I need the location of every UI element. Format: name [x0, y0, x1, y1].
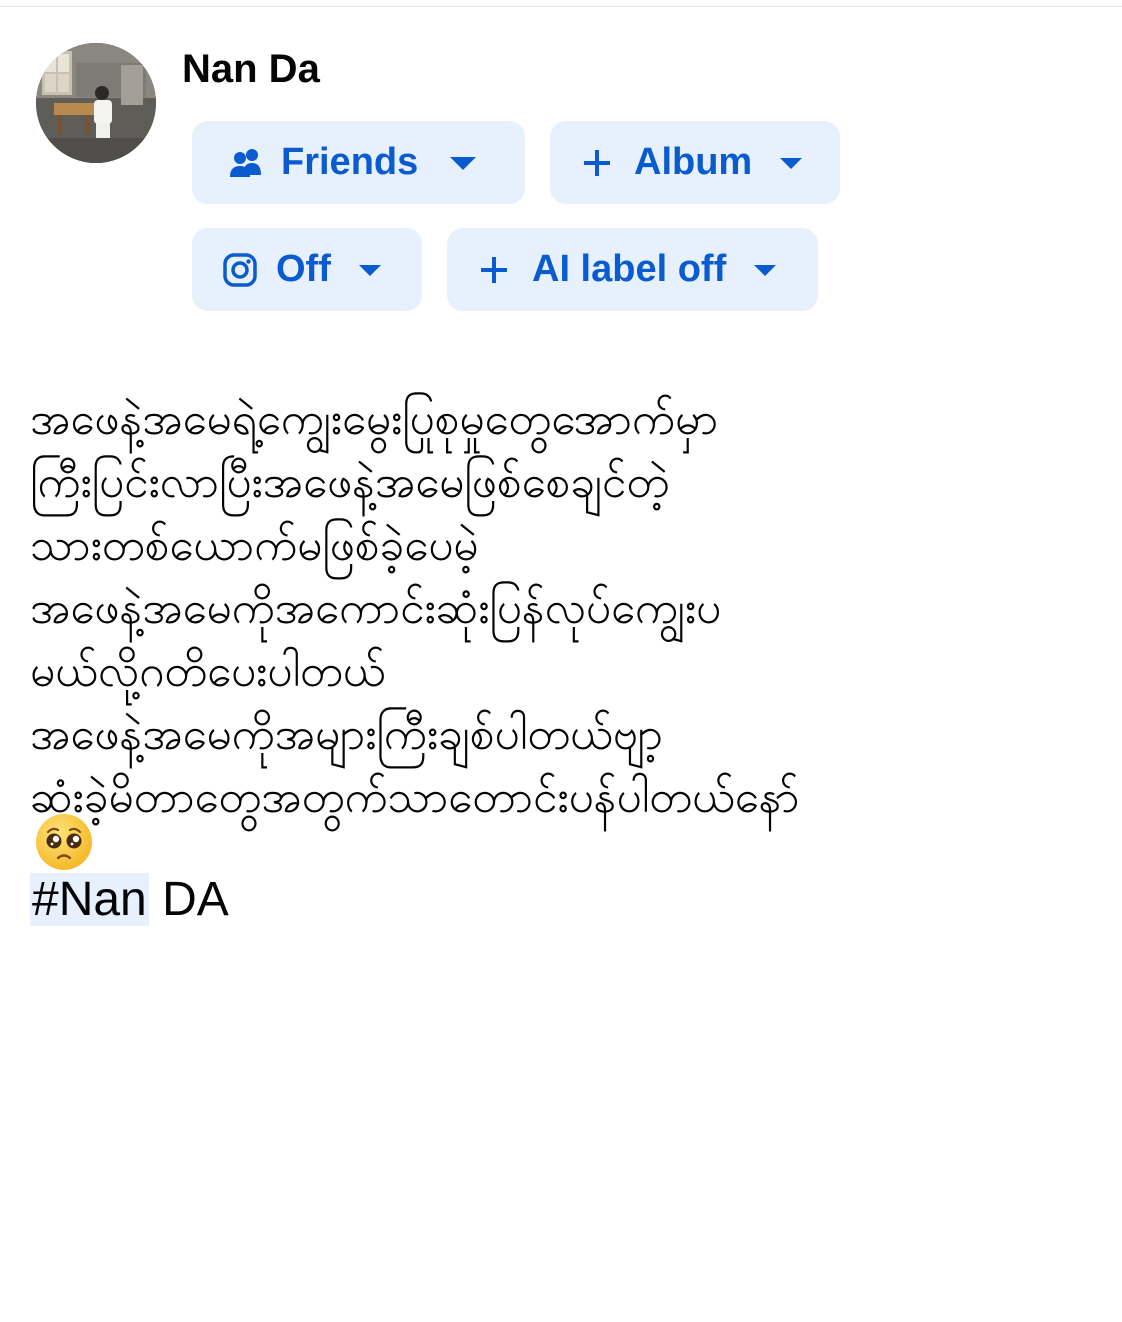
avatar[interactable]	[36, 43, 156, 163]
chevron-down-icon	[357, 262, 383, 278]
post-text-line: အဖေနဲ့အမေရဲ့ကျွေးမွေးပြုစုမှုတွေအောက်မှာ	[30, 394, 719, 445]
post-text-line: အဖေနဲ့အမေကိုအကောင်းဆုံးပြန်လုပ်ကျွေးပ	[30, 583, 722, 634]
hashtag-link[interactable]: #Nan	[30, 873, 149, 926]
audience-friends-button[interactable]: Friends	[192, 121, 525, 204]
ai-label-button[interactable]: AI label off	[447, 228, 818, 311]
plus-icon	[480, 256, 508, 284]
chevron-down-icon	[752, 262, 778, 278]
pleading-face-emoji	[34, 812, 94, 872]
album-button[interactable]: Album	[550, 121, 840, 204]
friends-icon	[227, 147, 265, 179]
hashtag-row: #Nan DA	[30, 868, 229, 932]
hashtag-suffix: DA	[148, 873, 229, 926]
album-label: Album	[634, 141, 753, 183]
post-text-line: ဆုံးခဲ့မိတာတွေအတွက်သာတောင်းပန်ပါတယ်နော်	[30, 772, 800, 823]
post-text-line: အဖေနဲ့အမေကိုအများကြီးချစ်ပါတယ်ဗျာ့	[30, 709, 663, 760]
post-text[interactable]: အဖေနဲ့အမေရဲ့ကျွေးမွေးပြုစုမှုတွေအောက်မှာ…	[30, 388, 1100, 829]
author-name[interactable]: Nan Da	[182, 44, 320, 94]
chevron-down-icon	[448, 154, 478, 172]
ai-label-text: AI label off	[532, 248, 727, 290]
post-text-line: မယ်လို့ဂတိပေးပါတယ်	[30, 646, 386, 697]
plus-icon	[583, 149, 611, 177]
chevron-down-icon	[778, 155, 804, 171]
friends-label: Friends	[281, 141, 419, 183]
top-divider	[0, 6, 1122, 7]
instagram-share-label: Off	[276, 248, 331, 290]
post-text-line: သားတစ်ယောက်မဖြစ်ခဲ့ပေမဲ့	[30, 520, 479, 571]
post-text-line: ကြီးပြင်းလာပြီးအဖေနဲ့အမေဖြစ်စေချင်တဲ့	[30, 457, 670, 508]
instagram-share-button[interactable]: Off	[192, 228, 422, 311]
instagram-icon	[222, 252, 258, 288]
